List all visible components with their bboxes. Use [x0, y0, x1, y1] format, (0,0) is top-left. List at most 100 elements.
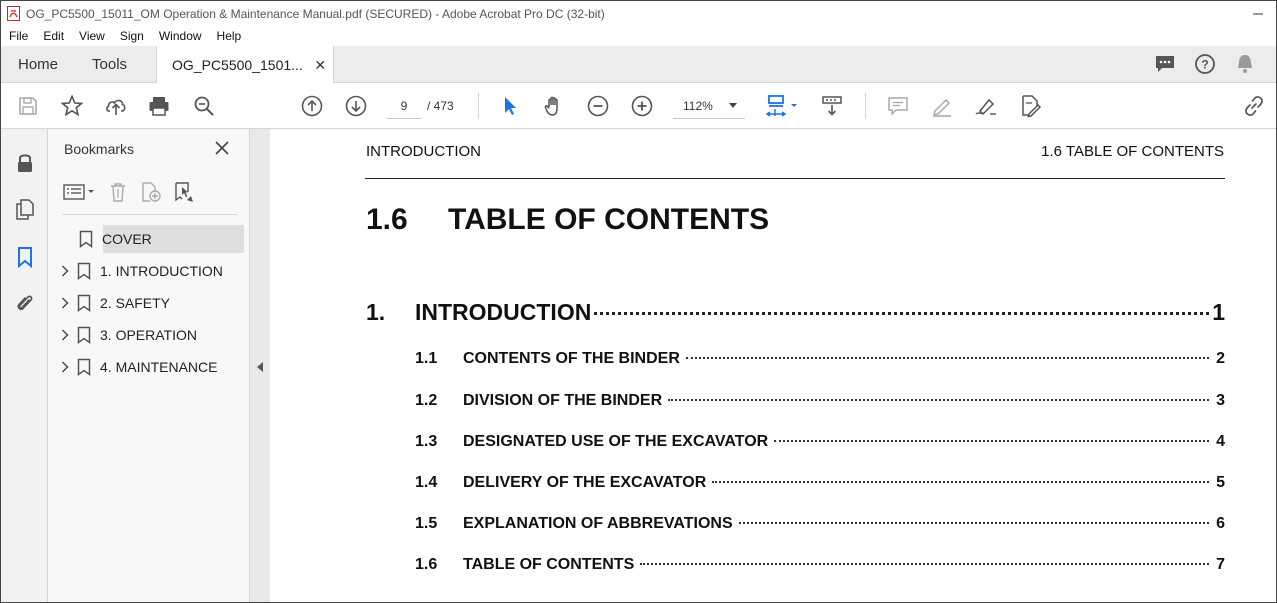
- acrobat-icon: [7, 6, 20, 21]
- toc-leader-dots: [774, 440, 1209, 442]
- zoom-dropdown[interactable]: 112%: [673, 93, 745, 119]
- bookmark-icon: [77, 262, 91, 280]
- tab-document[interactable]: OG_PC5500_1501... ✕: [156, 46, 335, 84]
- page-header-chapter: 1.6 TABLE OF CONTENTS: [1041, 143, 1224, 160]
- toolbar-divider: [865, 93, 866, 119]
- minimize-icon: [1253, 13, 1263, 14]
- toc-entry-number: 1.3: [415, 433, 438, 450]
- main-toolbar: 9 / 473 112%: [1, 83, 1276, 129]
- bookmarks-panel-icon[interactable]: [11, 243, 39, 271]
- select-cursor-icon[interactable]: [495, 91, 525, 121]
- toc-entry[interactable]: 1.3 DESIGNATED USE OF THE EXCAVATOR 4: [415, 433, 1225, 451]
- search-zoom-icon[interactable]: [189, 91, 219, 121]
- bookmarks-panel-title: Bookmarks: [64, 141, 135, 157]
- save-icon[interactable]: [13, 91, 43, 121]
- close-tab-icon[interactable]: ✕: [314, 57, 326, 74]
- toc-leader-dots: [712, 481, 1209, 483]
- close-panel-icon[interactable]: [212, 138, 232, 158]
- toc-entry-label: DIVISION OF THE BINDER: [463, 392, 663, 409]
- toc-entry[interactable]: 1.4 DELIVERY OF THE EXCAVATOR 5: [415, 474, 1225, 492]
- bookmark-item-safety[interactable]: 2. SAFETY: [58, 289, 244, 317]
- toc-entry[interactable]: 1.5 EXPLANATION OF ABBREVATIONS 6: [415, 515, 1225, 533]
- bookmark-label: 2. SAFETY: [100, 295, 171, 311]
- header-rule: [365, 178, 1225, 179]
- document-view[interactable]: INTRODUCTION 1.6 TABLE OF CONTENTS 1.6 T…: [270, 129, 1276, 602]
- chevron-right-icon[interactable]: [58, 328, 72, 342]
- help-icon[interactable]: ?: [1190, 49, 1220, 79]
- chevron-right-icon[interactable]: [58, 360, 72, 374]
- page-thumbnails-icon[interactable]: [11, 195, 39, 223]
- tab-tools[interactable]: Tools: [75, 46, 144, 82]
- page-title: 1.6 TABLE OF CONTENTS: [366, 203, 769, 237]
- toc-entry[interactable]: 1.6 TABLE OF CONTENTS 7: [415, 556, 1225, 574]
- acrobat-window: OG_PC5500_15011_OM Operation & Maintenan…: [0, 0, 1277, 603]
- security-lock-icon[interactable]: [11, 149, 39, 177]
- toc-leader-dots: [640, 563, 1209, 565]
- toc-entry-page: 5: [1216, 474, 1225, 491]
- toc-entry-number: 1.4: [415, 474, 438, 491]
- previous-page-icon[interactable]: [297, 91, 327, 121]
- toc-entry-page: 6: [1216, 515, 1225, 532]
- toc-entry-label: EXPLANATION OF ABBREVATIONS: [463, 515, 733, 532]
- menu-view[interactable]: View: [71, 29, 112, 43]
- bookmark-item-operation[interactable]: 3. OPERATION: [58, 321, 244, 349]
- highlight-pen-icon[interactable]: [927, 91, 957, 121]
- menu-window[interactable]: Window: [151, 29, 209, 43]
- toc-chapter-entry[interactable]: 1. INTRODUCTION 1: [366, 299, 1225, 326]
- bookmark-icon: [79, 230, 93, 248]
- toc-entry-label: CONTENTS OF THE BINDER: [463, 350, 680, 367]
- bookmark-label: 4. MAINTENANCE: [100, 359, 218, 375]
- chevron-right-icon[interactable]: [58, 296, 72, 310]
- tab-document-label: OG_PC5500_1501...: [172, 57, 303, 73]
- toc-entry-number: 1.2: [415, 392, 438, 409]
- bookmark-options-icon[interactable]: [62, 179, 98, 205]
- toc-entry-number: 1.6: [415, 556, 438, 573]
- delete-bookmark-icon[interactable]: [105, 179, 131, 205]
- bookmarks-panel: Bookmarks COVER 1. INTRODUCTION 2. SAFET…: [48, 129, 250, 602]
- collapse-panel-handle[interactable]: [250, 129, 270, 602]
- chevron-down-icon: [729, 103, 737, 108]
- comments-icon[interactable]: [1150, 49, 1180, 79]
- page-header-section: INTRODUCTION: [366, 143, 481, 160]
- sign-pen-icon[interactable]: [971, 91, 1001, 121]
- scroll-mode-icon[interactable]: [817, 91, 847, 121]
- menu-file[interactable]: File: [1, 29, 35, 43]
- find-bookmark-icon[interactable]: [171, 179, 197, 205]
- bookmark-label: COVER: [102, 231, 152, 247]
- fit-page-icon[interactable]: [763, 91, 803, 121]
- menu-sign[interactable]: Sign: [112, 29, 151, 43]
- bookmark-item-maintenance[interactable]: 4. MAINTENANCE: [58, 353, 244, 381]
- link-tools-icon[interactable]: [1239, 91, 1269, 121]
- next-page-icon[interactable]: [341, 91, 371, 121]
- new-bookmark-icon[interactable]: [138, 179, 164, 205]
- chevron-right-icon[interactable]: [58, 264, 72, 278]
- minimize-button[interactable]: [1240, 1, 1276, 26]
- page-total: / 473: [427, 99, 454, 113]
- edit-pdf-icon[interactable]: [1015, 91, 1045, 121]
- toc-chapter-page: 1: [1212, 299, 1225, 325]
- navigation-rail: [1, 129, 48, 602]
- toc-leader-dots: [668, 399, 1209, 401]
- page-number-input[interactable]: 9: [387, 93, 421, 119]
- toc-entry[interactable]: 1.1 CONTENTS OF THE BINDER 2: [415, 350, 1225, 368]
- comment-icon[interactable]: [883, 91, 913, 121]
- zoom-out-icon[interactable]: [583, 91, 613, 121]
- tab-home[interactable]: Home: [1, 46, 75, 82]
- menu-help[interactable]: Help: [209, 29, 249, 43]
- bookmark-item-introduction[interactable]: 1. INTRODUCTION: [58, 257, 244, 285]
- toc-leader-dots: [738, 522, 1209, 524]
- attachments-paperclip-icon[interactable]: [11, 289, 39, 317]
- toc-leader-dots: [594, 312, 1210, 315]
- bookmark-item-cover[interactable]: COVER: [79, 225, 244, 253]
- zoom-value: 112%: [683, 98, 713, 113]
- menu-edit[interactable]: Edit: [35, 29, 71, 43]
- upload-cloud-icon[interactable]: [101, 91, 131, 121]
- notifications-bell-icon[interactable]: [1230, 49, 1260, 79]
- toc-entry-page: 2: [1216, 350, 1225, 367]
- bookmark-star-icon[interactable]: [57, 91, 87, 121]
- zoom-in-icon[interactable]: [627, 91, 657, 121]
- toc-entry[interactable]: 1.2 DIVISION OF THE BINDER 3: [415, 392, 1225, 410]
- hand-tool-icon[interactable]: [539, 91, 569, 121]
- bookmark-icon: [77, 294, 91, 312]
- print-icon[interactable]: [144, 91, 174, 121]
